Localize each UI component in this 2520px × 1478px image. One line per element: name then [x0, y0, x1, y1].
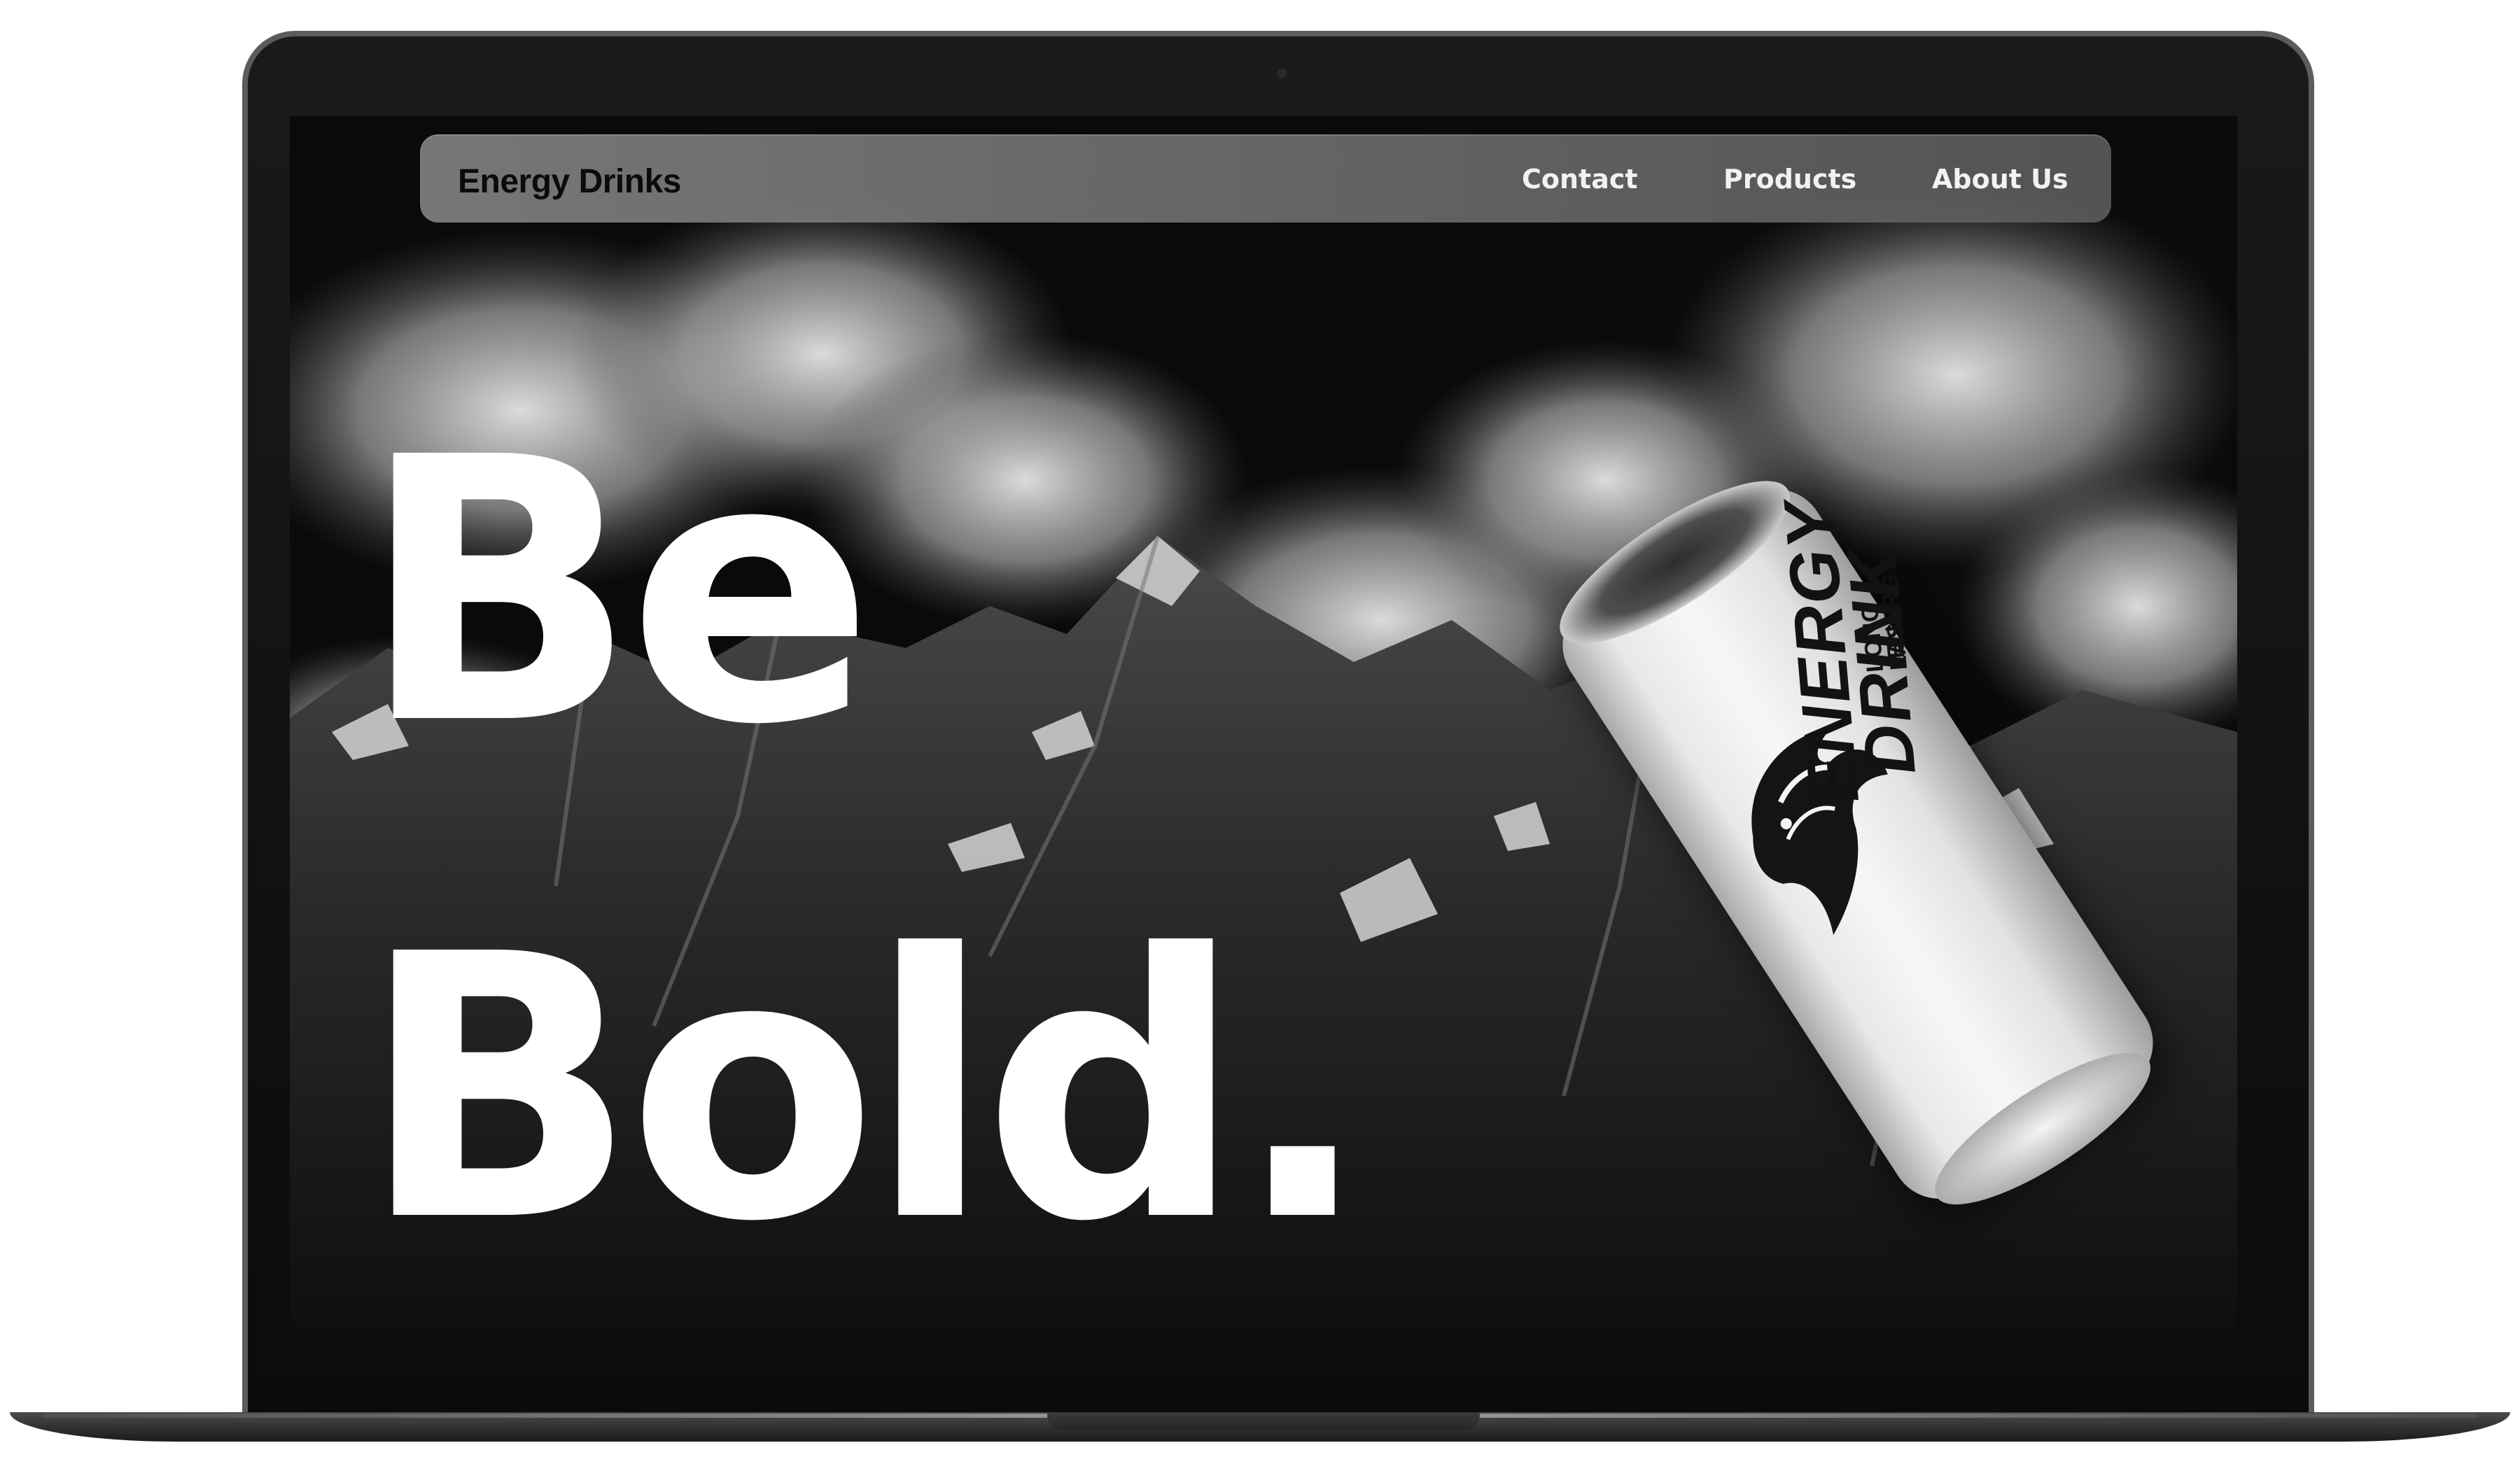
hero-headline-line1: Be — [360, 380, 874, 804]
nav-link-products[interactable]: Products — [1723, 164, 1856, 195]
brand-logo-text[interactable]: Energy Drinks — [458, 162, 681, 201]
laptop-hinge-notch — [1047, 1412, 1480, 1430]
website-screen: Energy Drinks Contact Products About Us … — [290, 116, 2237, 1337]
nav-link-about-us[interactable]: About Us — [1932, 164, 2068, 195]
webcam — [1277, 69, 1287, 78]
top-navbar: Energy Drinks Contact Products About Us — [420, 134, 2111, 223]
nav-link-contact[interactable]: Contact — [1522, 164, 1638, 195]
hero-headline-line2: Bold. — [360, 877, 1372, 1301]
